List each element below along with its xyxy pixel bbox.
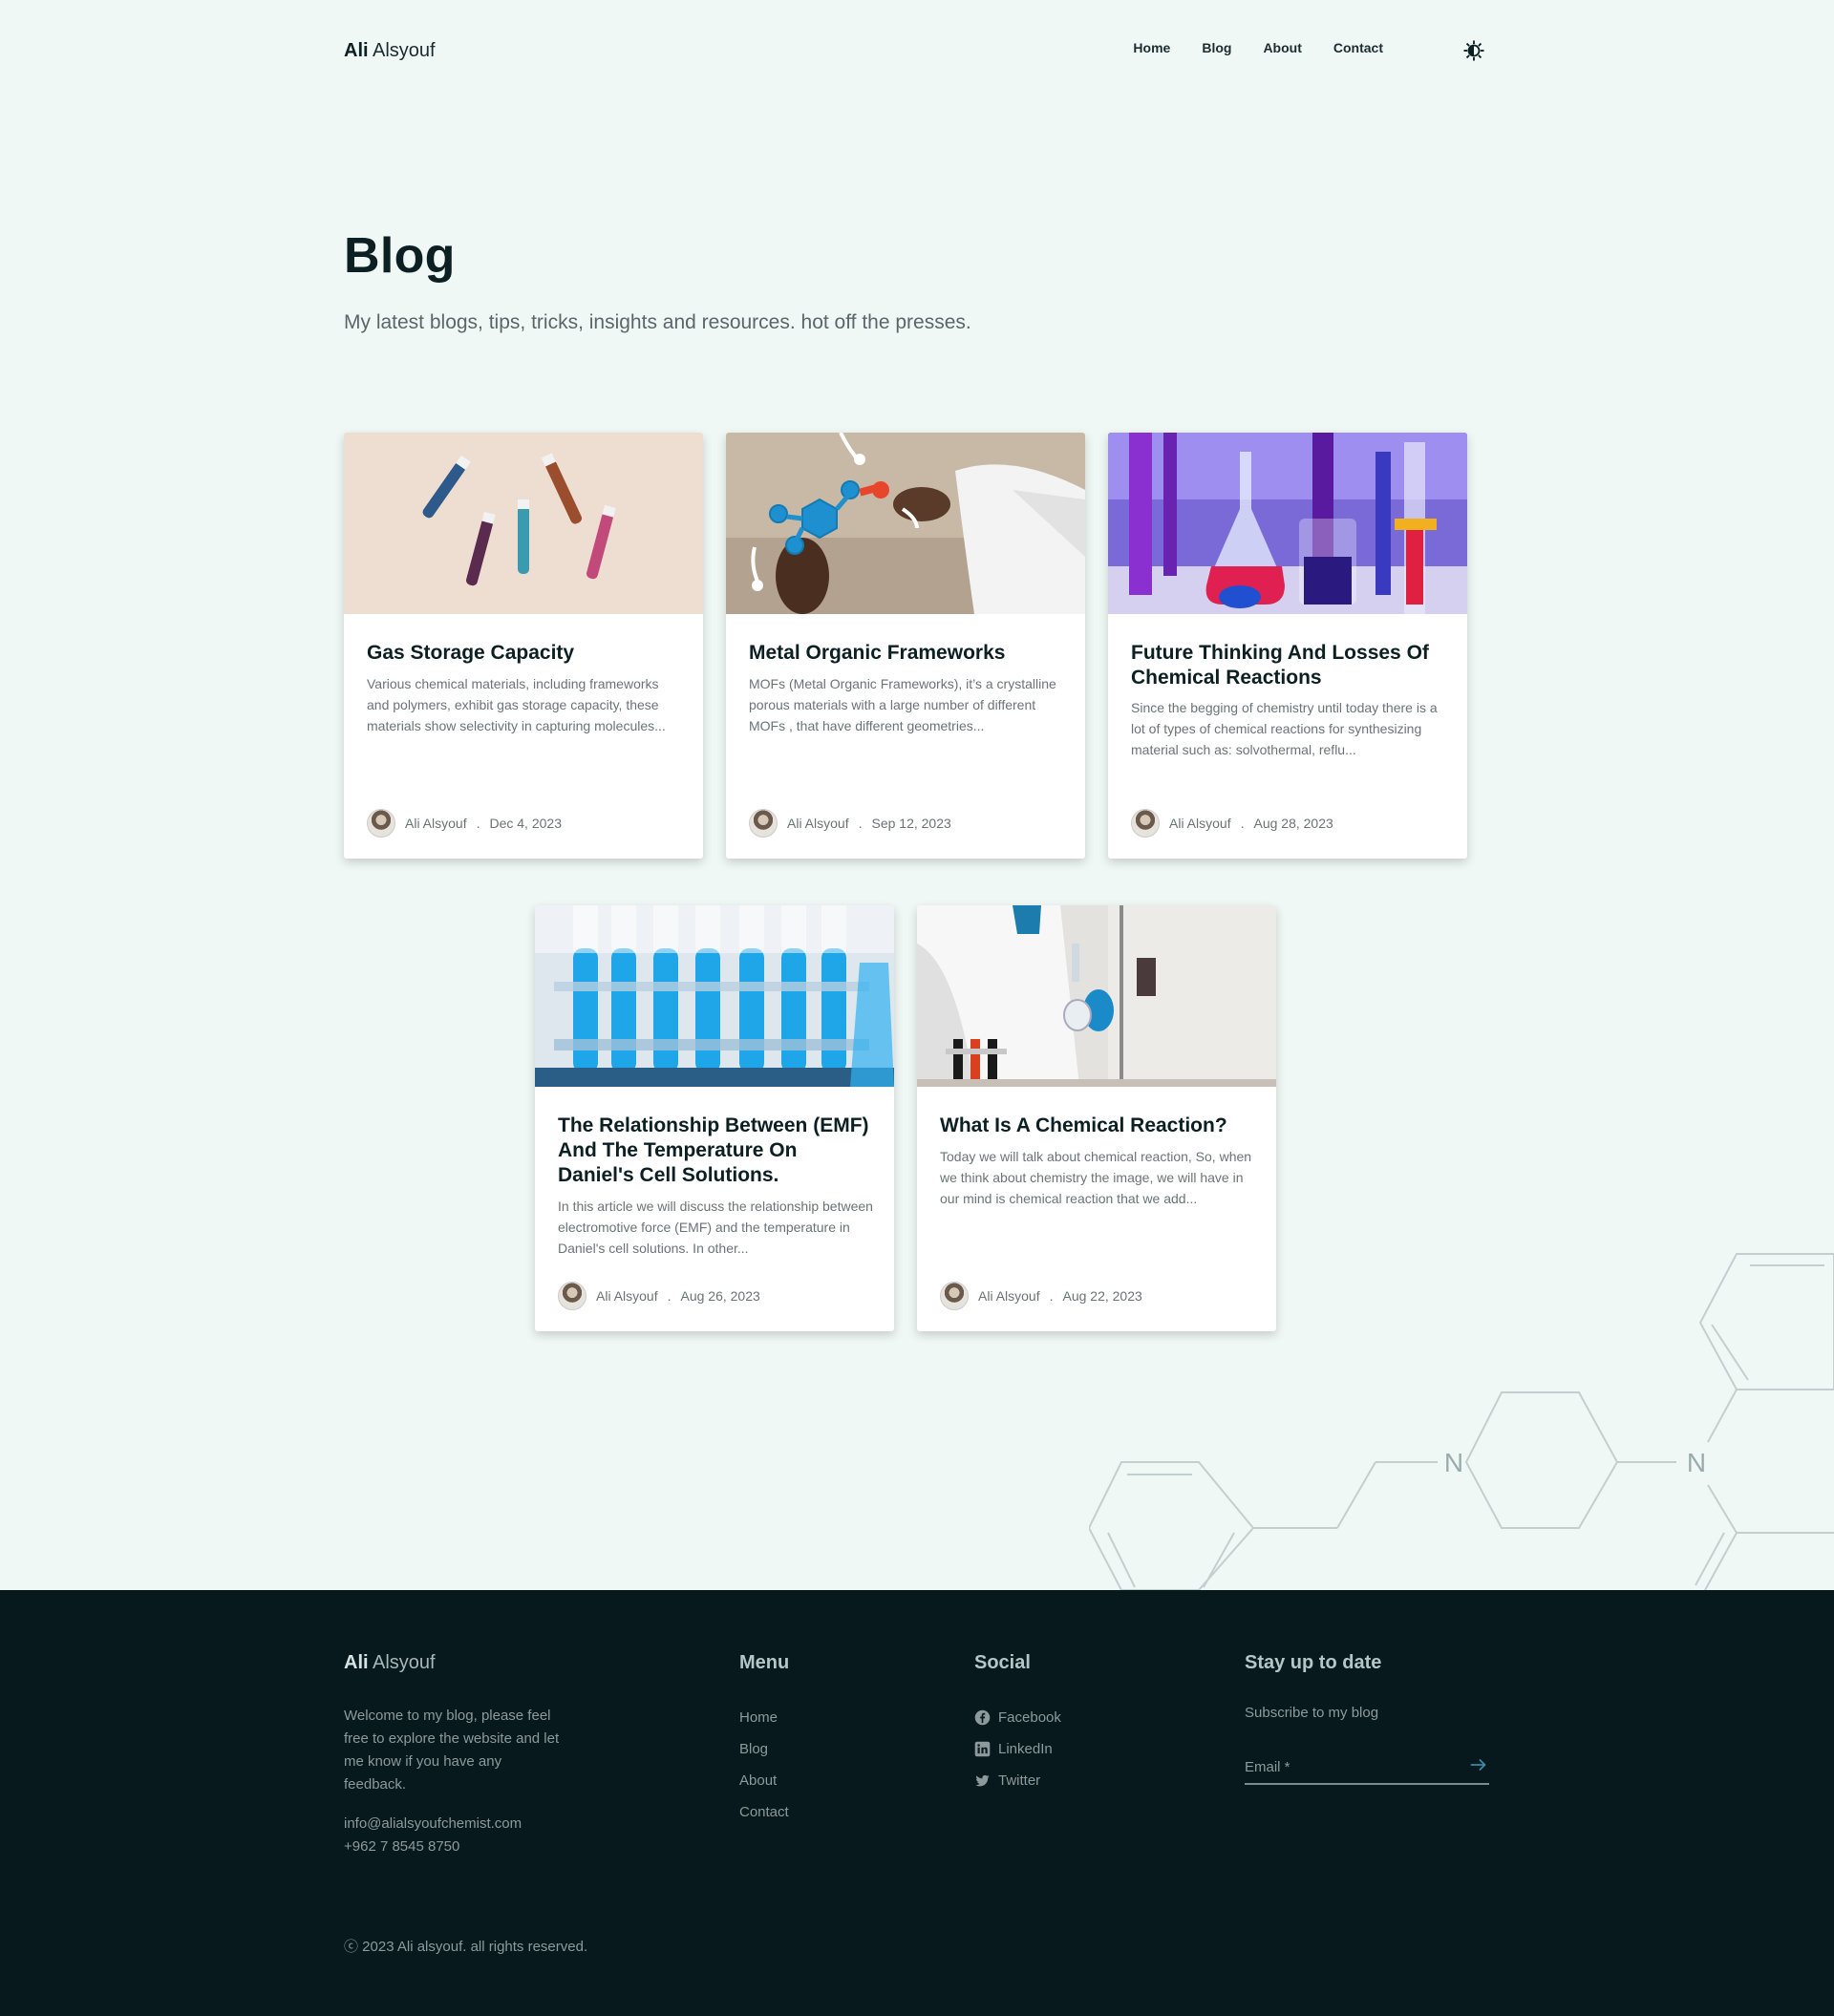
- post-card[interactable]: The Relationship Between (EMF) And The T…: [535, 905, 894, 1331]
- footer-newsletter-subtitle: Subscribe to my blog: [1245, 1705, 1379, 1721]
- post-excerpt: Today we will talk about chemical reacti…: [940, 1149, 1252, 1206]
- nav-home[interactable]: Home: [1133, 40, 1170, 55]
- page-subtitle: My latest blogs, tips, tricks, insights …: [344, 311, 971, 333]
- footer-social: Facebook LinkedIn Twitter: [974, 1702, 1061, 1796]
- post-title[interactable]: Gas Storage Capacity: [367, 641, 682, 666]
- footer-logo[interactable]: Ali Alsyouf: [344, 1652, 436, 1674]
- post-meta: Ali Alsyouf . Sep 12, 2023: [749, 809, 951, 838]
- post-excerpt: MOFs (Metal Organic Frameworks), it’s a …: [749, 676, 1056, 733]
- atom-label: N: [1687, 1448, 1706, 1477]
- main-nav: Home Blog About Contact: [1133, 40, 1383, 55]
- post-excerpt: Various chemical materials, including fr…: [367, 676, 666, 733]
- footer-link-home[interactable]: Home: [739, 1702, 789, 1733]
- post-author: Ali Alsyouf: [596, 1288, 658, 1304]
- post-excerpt: In this article we will discuss the rela…: [558, 1199, 873, 1256]
- post-image-blue-test-tubes: [535, 905, 894, 1087]
- footer-about-text: Welcome to my blog, please feel free to …: [344, 1708, 560, 1793]
- facebook-icon: [974, 1709, 991, 1726]
- post-meta: Ali Alsyouf . Aug 26, 2023: [558, 1282, 760, 1310]
- nav-contact[interactable]: Contact: [1333, 40, 1383, 55]
- footer-menu-title: Menu: [739, 1652, 790, 1673]
- site-header: Ali Alsyouf Home Blog About Contact: [344, 34, 1490, 73]
- post-title[interactable]: The Relationship Between (EMF) And The T…: [558, 1114, 873, 1188]
- page-title: Blog: [344, 228, 456, 284]
- post-date: Dec 4, 2023: [489, 816, 562, 831]
- avatar: [940, 1282, 969, 1310]
- footer-link-blog[interactable]: Blog: [739, 1733, 789, 1765]
- footer-newsletter-title: Stay up to date: [1245, 1652, 1382, 1673]
- avatar: [749, 809, 778, 838]
- atom-label: N: [1444, 1448, 1463, 1477]
- post-title[interactable]: Future Thinking And Losses Of Chemical R…: [1131, 641, 1446, 690]
- post-meta: Ali Alsyouf . Dec 4, 2023: [367, 809, 562, 838]
- post-card[interactable]: Future Thinking And Losses Of Chemical R…: [1108, 433, 1467, 859]
- footer-link-contact[interactable]: Contact: [739, 1796, 789, 1828]
- avatar: [367, 809, 395, 838]
- post-meta: Ali Alsyouf . Aug 28, 2023: [1131, 809, 1333, 838]
- newsletter-email-input[interactable]: [1245, 1751, 1489, 1785]
- post-date: Sep 12, 2023: [871, 816, 951, 831]
- footer-email[interactable]: info@alialsyoufchemist.com: [344, 1815, 522, 1832]
- post-image-molecular-model: [726, 433, 1085, 614]
- post-author: Ali Alsyouf: [405, 816, 467, 831]
- post-date: Aug 28, 2023: [1253, 816, 1333, 831]
- post-author: Ali Alsyouf: [787, 816, 849, 831]
- arrow-right-icon[interactable]: [1468, 1754, 1489, 1775]
- footer-copyright: ⓒ 2023 Ali alsyouf. all rights reserved.: [344, 1939, 588, 1955]
- post-card[interactable]: Gas Storage Capacity Various chemical ma…: [344, 433, 703, 859]
- footer-social-twitter[interactable]: Twitter: [974, 1765, 1061, 1796]
- post-card[interactable]: Metal Organic Frameworks MOFs (Metal Org…: [726, 433, 1085, 859]
- avatar: [558, 1282, 586, 1310]
- footer-phone[interactable]: +962 7 8545 8750: [344, 1838, 459, 1855]
- nav-blog[interactable]: Blog: [1202, 40, 1231, 55]
- post-excerpt: Since the begging of chemistry until tod…: [1131, 700, 1438, 757]
- post-image-lab-scientist: [917, 905, 1276, 1087]
- post-title[interactable]: What Is A Chemical Reaction?: [940, 1114, 1255, 1138]
- post-author: Ali Alsyouf: [978, 1288, 1040, 1304]
- footer-menu: Home Blog About Contact: [739, 1702, 789, 1828]
- footer-social-linkedin[interactable]: LinkedIn: [974, 1733, 1061, 1765]
- nav-about[interactable]: About: [1263, 40, 1301, 55]
- post-date: Aug 26, 2023: [680, 1288, 760, 1304]
- site-footer: Ali Alsyouf Welcome to my blog, please f…: [0, 1590, 1834, 2016]
- post-image-test-tubes-glitter: [344, 433, 703, 614]
- footer-social-facebook[interactable]: Facebook: [974, 1702, 1061, 1733]
- post-image-colored-flasks: [1108, 433, 1467, 614]
- footer-social-title: Social: [974, 1652, 1031, 1673]
- twitter-icon: [974, 1772, 991, 1789]
- theme-toggle-icon[interactable]: [1458, 34, 1490, 67]
- footer-link-about[interactable]: About: [739, 1765, 789, 1796]
- linkedin-icon: [974, 1741, 991, 1757]
- molecule-decoration: N N: [1089, 1253, 1834, 1590]
- site-logo[interactable]: Ali Alsyouf: [344, 40, 436, 62]
- post-title[interactable]: Metal Organic Frameworks: [749, 641, 1064, 666]
- avatar: [1131, 809, 1160, 838]
- post-author: Ali Alsyouf: [1169, 816, 1231, 831]
